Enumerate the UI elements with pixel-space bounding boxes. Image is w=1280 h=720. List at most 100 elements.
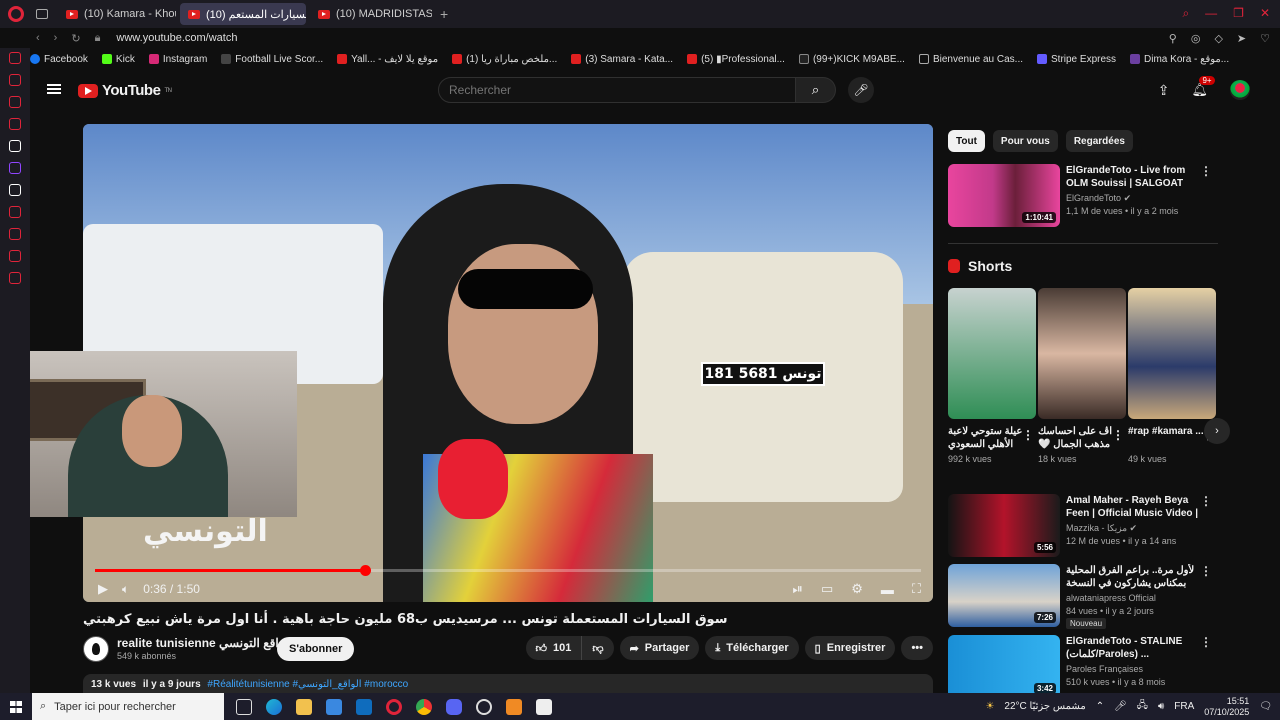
home-icon[interactable]	[9, 52, 21, 64]
subtitles-icon[interactable]: ▭	[821, 581, 833, 597]
weather-text[interactable]: 22°C مشمس جزئيًا	[1004, 701, 1085, 712]
store-icon[interactable]	[326, 698, 342, 715]
bookmark-facebook[interactable]: Facebook	[30, 54, 88, 65]
pin-icon[interactable]: ⚲	[1169, 32, 1177, 45]
opera-icon[interactable]	[386, 698, 402, 715]
file-explorer-icon[interactable]	[296, 698, 312, 715]
search-tabs-icon[interactable]: ⌕	[1182, 6, 1189, 21]
download-button[interactable]: ⤓ Télécharger	[705, 636, 799, 660]
dislike-button[interactable]: 👎︎	[582, 636, 614, 660]
aria-icon[interactable]	[9, 74, 21, 86]
player-icon[interactable]	[9, 206, 21, 218]
short-item[interactable]: #rap #kamara ... 49 k vues ⋮	[1128, 288, 1216, 464]
flow-send-icon[interactable]: ➤	[1237, 32, 1246, 45]
fullscreen-icon[interactable]: ⛶	[912, 581, 921, 597]
tab-madridistas[interactable]: (10) MADRIDISTAS Reacci	[310, 3, 432, 25]
language-indicator[interactable]: FRA	[1174, 701, 1194, 712]
forward-icon[interactable]: ›	[54, 32, 58, 45]
youtube-logo[interactable]: YouTube TN	[78, 82, 172, 99]
settings-icon[interactable]	[9, 272, 21, 284]
tab-stack-icon[interactable]	[36, 9, 48, 19]
pinboard-icon[interactable]	[9, 250, 21, 262]
chip-watched[interactable]: Regardées	[1065, 130, 1133, 152]
back-icon[interactable]: ‹	[36, 32, 40, 45]
outlook-icon[interactable]	[356, 698, 372, 715]
progress-bar[interactable]	[95, 565, 921, 576]
volume-icon[interactable]: 🔈︎	[122, 582, 129, 597]
maximize-icon[interactable]: ❐	[1233, 6, 1244, 21]
heart-icon[interactable]: ♡	[1260, 32, 1270, 45]
settings-gear-icon[interactable]: ⚙	[851, 581, 863, 597]
url-field[interactable]: www.youtube.com/watch	[116, 32, 237, 44]
voice-search-button[interactable]: 🎤︎	[848, 77, 874, 103]
notification-center-icon[interactable]: 🗨︎	[1259, 701, 1272, 712]
bookmark-stripe[interactable]: Stripe Express	[1037, 54, 1116, 65]
description-box[interactable]: 13 k vues il y a 9 jours #Réalitétunisie…	[83, 674, 933, 693]
share-button[interactable]: ➦ Partager	[619, 636, 700, 660]
chip-for-you[interactable]: Pour vous	[992, 130, 1058, 152]
bookmark-match-summary[interactable]: (1) ملخص مباراة ريا...	[452, 54, 557, 65]
more-options-icon[interactable]: ⋮	[1200, 494, 1212, 508]
snapshot-icon[interactable]: ◎	[1191, 32, 1201, 45]
bookmark-kick[interactable]: Kick	[101, 54, 135, 65]
short-item[interactable]: عيلة ستوحي لاعبة الأهلي السعودي ... 992 …	[948, 288, 1036, 464]
menu-icon[interactable]	[47, 84, 61, 94]
bookmark-dima-kora[interactable]: Dima Kora - موقع...	[1130, 54, 1229, 65]
vlc-icon[interactable]	[506, 698, 522, 715]
messenger-icon[interactable]	[9, 96, 21, 108]
chrome-icon[interactable]	[416, 698, 432, 715]
related-video[interactable]: 3:42 ElGrandeToto - STALINE (كلمات/Parol…	[948, 635, 1218, 693]
task-view-icon[interactable]	[236, 698, 252, 715]
more-options-icon[interactable]: ⋮	[1200, 564, 1212, 578]
related-video[interactable]: 1:10:41 ElGrandeToto - Live from OLM Sou…	[948, 164, 1218, 228]
more-actions-button[interactable]: •••	[901, 636, 933, 660]
more-options-icon[interactable]: ⋮	[1200, 164, 1212, 178]
tab-kamara[interactable]: (10) Kamara - Khoulassa |	[58, 3, 176, 25]
bookmark-yalla-live[interactable]: Yall... - موقع يلا لايف	[337, 54, 438, 65]
short-item[interactable]: اڤ على احساسك مذهب الجمال 🤍 18 k vues ⋮	[1038, 288, 1126, 464]
autoplay-toggle-icon[interactable]: ⏯	[793, 581, 803, 597]
reload-icon[interactable]: ↻	[71, 32, 80, 45]
tray-chevron-icon[interactable]: ⌃	[1096, 701, 1104, 712]
shield-icon[interactable]: ◇	[1214, 32, 1222, 45]
minimize-icon[interactable]: —	[1205, 6, 1217, 21]
bookmark-kick-m9abe[interactable]: (99+)KICK M9ABE...	[798, 54, 905, 65]
related-video[interactable]: 5:56 Amal Maher - Rayeh Beya Feen | Offi…	[948, 494, 1218, 558]
capcut-icon[interactable]	[536, 698, 552, 715]
network-icon[interactable]: 🖧︎	[1137, 698, 1148, 715]
notifications-button[interactable]: 🔔︎ 9+	[1191, 76, 1215, 98]
channel-avatar[interactable]	[83, 636, 109, 662]
related-video[interactable]: 7:26 لأول مرة.. براعم الفرق المحلية بمكن…	[948, 564, 1218, 629]
bookmark-bienvenue[interactable]: Bienvenue au Cas...	[918, 54, 1023, 65]
search-button[interactable]: ⌕	[796, 77, 836, 103]
bookmark-instagram[interactable]: Instagram	[148, 54, 207, 65]
edge-icon[interactable]	[266, 698, 282, 715]
discord-icon[interactable]	[446, 698, 462, 715]
theater-mode-icon[interactable]: ▬	[881, 582, 894, 597]
history-icon[interactable]	[9, 228, 21, 240]
chip-all[interactable]: Tout	[948, 130, 985, 152]
more-options-icon[interactable]: ⋮	[1022, 428, 1034, 442]
twitch-icon[interactable]	[9, 162, 21, 174]
search-input[interactable]	[438, 77, 796, 103]
gmail-icon[interactable]	[9, 118, 21, 130]
obs-icon[interactable]	[476, 698, 492, 715]
shorts-next-button[interactable]: ›	[1204, 418, 1230, 444]
start-button[interactable]	[0, 700, 32, 713]
account-avatar[interactable]	[1230, 80, 1250, 100]
bookmark-football-live[interactable]: Football Live Scor...	[221, 54, 323, 65]
more-options-icon[interactable]: ⋮	[1112, 428, 1124, 442]
upload-icon[interactable]: ⇪	[1158, 82, 1170, 99]
new-tab-plus-icon[interactable]: +	[440, 6, 448, 22]
arc-icon[interactable]	[9, 140, 21, 152]
tab-cars-market[interactable]: (10) سوق السيارات المستعم	[180, 3, 306, 25]
bookmark-professional[interactable]: (5) ▮Professional...	[687, 54, 785, 65]
play-icon[interactable]: ▶	[98, 581, 108, 597]
volume-tray-icon[interactable]: 🔊︎	[1158, 701, 1164, 712]
bookmark-samara[interactable]: (3) Samara - Kata...	[571, 54, 673, 65]
subscribe-button[interactable]: S'abonner	[277, 637, 355, 661]
microphone-tray-icon[interactable]: 🎤︎	[1114, 701, 1127, 712]
clock[interactable]: 15:51 07/10/2025	[1204, 696, 1249, 718]
opera-logo-icon[interactable]	[8, 6, 24, 22]
like-button[interactable]: 👍︎ 101	[525, 636, 583, 660]
